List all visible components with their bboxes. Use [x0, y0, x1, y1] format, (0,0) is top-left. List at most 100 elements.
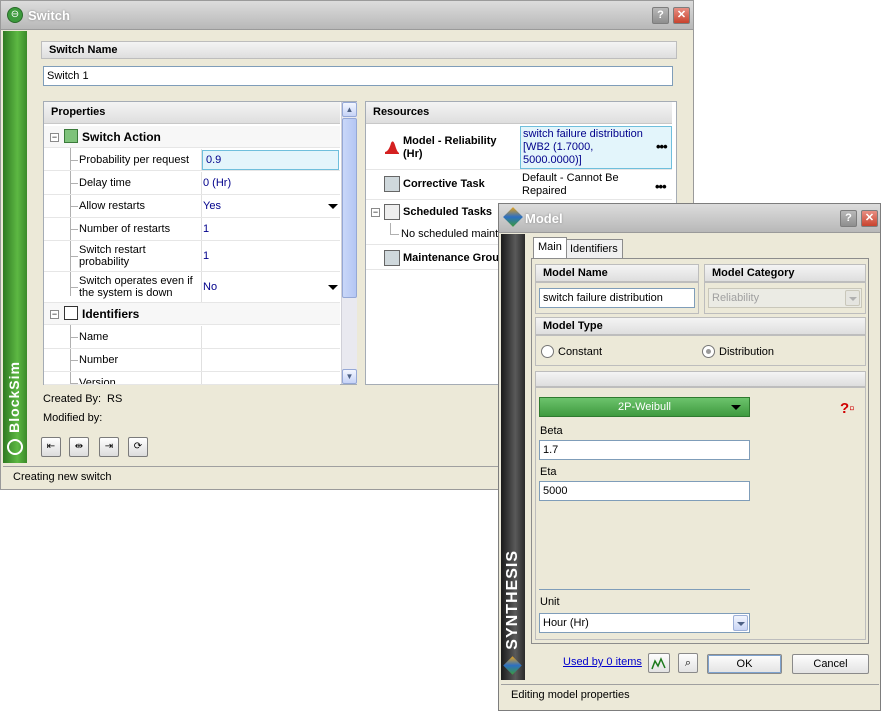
distribution-header	[535, 371, 866, 387]
prop-value: 1	[203, 223, 210, 235]
collapse-icon[interactable]: −	[50, 133, 59, 142]
scroll-thumb[interactable]	[342, 118, 357, 298]
switch-name-input[interactable]: Switch 1	[43, 66, 673, 86]
synthesis-app-icon	[503, 207, 523, 227]
main-tab-panel: Model Name switch failure distribution M…	[531, 258, 869, 644]
properties-panel: Properties − Switch Action Probability p…	[43, 101, 357, 385]
synthesis-brand: SYNTHESIS	[504, 550, 521, 650]
category-identifiers[interactable]: − Identifiers	[44, 303, 340, 325]
last-item-button[interactable]: ⇥	[99, 437, 119, 457]
switch-name-header: Switch Name	[41, 41, 677, 59]
beta-input[interactable]: 1.7	[539, 440, 750, 460]
prop-label: Switch restart probability	[79, 244, 146, 268]
tab-identifiers[interactable]: Identifiers	[565, 239, 623, 258]
prop-label: Probability per request	[79, 154, 190, 166]
maintenance-group-label: Maintenance Group	[403, 252, 506, 264]
blocksim-brand: BlockSim	[6, 361, 22, 433]
chart-icon	[651, 657, 666, 670]
model-window: Model ? ✕ SYNTHESIS Main Identifiers Mod…	[498, 203, 881, 711]
resource-row-model[interactable]: Model - Reliability (Hr) switch failure …	[366, 125, 672, 170]
more-icon[interactable]: •••	[655, 179, 667, 194]
eta-input[interactable]: 5000	[539, 481, 750, 501]
prop-row-operates-down[interactable]: Switch operates even if the system is do…	[44, 272, 340, 303]
blocksim-app-icon: ⊖	[7, 7, 23, 23]
prop-row-version[interactable]: Version	[44, 372, 340, 385]
prop-row-number[interactable]: Number	[44, 349, 340, 372]
dropdown-arrow-icon[interactable]	[328, 285, 338, 290]
blocksim-sidebar: BlockSim	[3, 31, 27, 463]
model-category-header: Model Category	[704, 264, 866, 282]
prop-row-name[interactable]: Name	[44, 326, 340, 349]
prop-row-probability[interactable]: Probability per request 0.9	[44, 149, 340, 171]
category-switch-action[interactable]: − Switch Action	[44, 126, 340, 148]
prop-value: 1	[203, 250, 210, 262]
identifiers-icon	[64, 306, 78, 320]
prop-row-delay[interactable]: Delay time 0 (Hr)	[44, 172, 340, 195]
properties-header: Properties	[44, 102, 340, 124]
chevron-down-icon	[845, 290, 860, 306]
used-by-link[interactable]: Used by 0 items	[563, 656, 642, 668]
scroll-down-button[interactable]: ▼	[342, 369, 357, 384]
separator	[539, 589, 750, 590]
prop-row-restart-probability[interactable]: Switch restart probability 1	[44, 241, 340, 272]
unit-select[interactable]: Hour (Hr)	[539, 613, 750, 633]
resources-header: Resources	[366, 102, 672, 124]
chevron-down-icon	[733, 615, 748, 631]
tab-main[interactable]: Main	[533, 237, 567, 258]
radio-distribution[interactable]	[702, 345, 715, 358]
maintenance-group-icon	[384, 250, 400, 266]
properties-scrollbar[interactable]: ▲ ▼	[341, 102, 357, 384]
more-icon[interactable]: •••	[656, 139, 668, 154]
prop-label: Version	[79, 377, 116, 385]
identifiers-title: Identifiers	[82, 307, 140, 321]
model-reliability-field[interactable]: switch failure distribution [WB2 (1.7000…	[520, 126, 672, 169]
prop-value: 0 (Hr)	[203, 177, 232, 189]
prop-row-restarts[interactable]: Number of restarts 1	[44, 218, 340, 241]
prop-value: Yes	[203, 200, 221, 212]
dropdown-arrow-icon[interactable]	[328, 204, 338, 209]
model-titlebar[interactable]: Model ? ✕	[499, 204, 880, 233]
chevron-down-icon	[731, 405, 741, 410]
help-button[interactable]: ?	[840, 210, 857, 227]
distribution-help-icon[interactable]: ?▫	[840, 400, 858, 418]
radio-constant-label: Constant	[558, 346, 603, 358]
probability-input[interactable]: 0.9	[202, 150, 339, 170]
corrective-task-value: Default - Cannot Be Repaired	[522, 172, 619, 197]
cancel-button[interactable]: Cancel	[792, 654, 869, 674]
prop-row-allow-restarts[interactable]: Allow restarts Yes	[44, 195, 340, 218]
eta-label: Eta	[540, 466, 557, 478]
beta-label: Beta	[540, 425, 563, 437]
resource-row-corrective[interactable]: Corrective Task Default - Cannot Be Repa…	[366, 170, 672, 200]
collapse-icon[interactable]: −	[50, 310, 59, 319]
plot-button[interactable]	[648, 653, 670, 673]
distribution-group	[535, 387, 866, 640]
reliability-model-icon	[384, 139, 400, 155]
prop-label: Delay time	[79, 177, 131, 189]
refresh-button[interactable]: ⟳	[128, 437, 148, 457]
paperclip-icon: ⌕	[684, 657, 692, 669]
scheduled-tasks-label: Scheduled Tasks	[403, 206, 493, 218]
first-item-button[interactable]: ⇤	[41, 437, 61, 457]
created-by-value: RS	[107, 393, 123, 405]
switch-titlebar[interactable]: ⊖ Switch ? ✕	[1, 1, 693, 30]
prop-label: Number	[79, 354, 119, 366]
radio-distribution-label: Distribution	[719, 346, 775, 358]
help-button[interactable]: ?	[652, 7, 669, 24]
expand-button[interactable]: ⇹	[69, 437, 89, 457]
model-type-header: Model Type	[535, 317, 866, 335]
radio-constant[interactable]	[541, 345, 554, 358]
model-name-header: Model Name	[535, 264, 699, 282]
prop-label: Number of restarts	[79, 223, 171, 235]
model-window-title: Model	[525, 211, 563, 226]
scroll-up-button[interactable]: ▲	[342, 102, 357, 117]
scheduled-tasks-icon	[384, 204, 400, 220]
collapse-icon[interactable]: −	[371, 208, 380, 217]
ok-button[interactable]: OK	[707, 654, 782, 674]
model-name-input[interactable]: switch failure distribution	[539, 288, 695, 308]
distribution-select[interactable]: 2P-Weibull	[539, 397, 750, 417]
unit-label: Unit	[540, 596, 560, 608]
close-button[interactable]: ✕	[673, 7, 690, 24]
attach-button[interactable]: ⌕	[678, 653, 698, 673]
prop-label: Switch operates even if the system is do…	[79, 275, 193, 299]
close-button[interactable]: ✕	[861, 210, 878, 227]
